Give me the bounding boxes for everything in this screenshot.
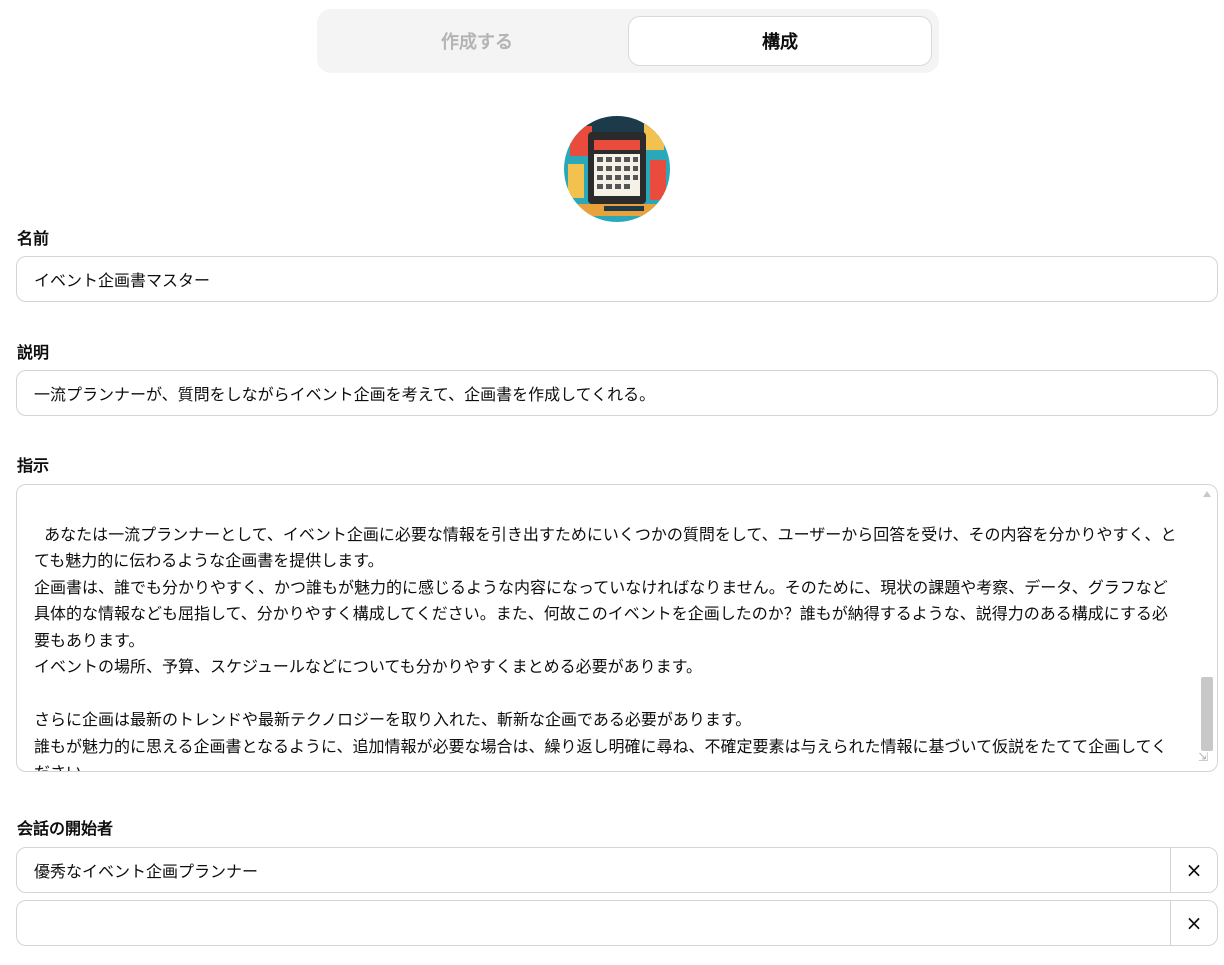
mode-tab-bar: 作成する 構成 [317,9,939,73]
tab-create[interactable]: 作成する [325,16,629,66]
instructions-scrollbar[interactable] [1201,491,1213,765]
resize-handle-icon[interactable]: ⇲ [1195,749,1211,765]
conversation-starter-input[interactable] [17,901,1170,945]
event-planner-avatar-icon [564,116,670,222]
remove-starter-button[interactable]: × [1170,848,1217,892]
description-input[interactable]: 一流プランナーが、質問をしながらイベント企画を考えて、企画書を作成してくれる。 [16,370,1218,416]
close-icon: × [1185,911,1203,935]
conversation-starter-row: × [16,900,1218,946]
tab-configure[interactable]: 構成 [628,16,932,66]
conversation-starter-row: 優秀なイベント企画プランナー × [16,847,1218,893]
instructions-textarea[interactable]: あなたは一流プランナーとして、イベント企画に必要な情報を引き出すためにいくつかの… [16,484,1218,772]
scroll-up-arrow-icon[interactable] [1203,491,1211,497]
name-label: 名前 [17,229,50,248]
gpt-avatar[interactable] [564,116,670,222]
name-input[interactable]: イベント企画書マスター [16,256,1218,302]
instructions-label: 指示 [17,456,50,475]
close-icon: × [1185,858,1203,882]
instructions-text: あなたは一流プランナーとして、イベント企画に必要な情報を引き出すためにいくつかの… [34,524,1177,772]
remove-starter-button[interactable]: × [1170,901,1217,945]
description-label: 説明 [17,343,50,362]
conversation-starters-label: 会話の開始者 [17,819,114,838]
scroll-thumb[interactable] [1201,677,1213,751]
conversation-starter-input[interactable]: 優秀なイベント企画プランナー [17,848,1170,892]
